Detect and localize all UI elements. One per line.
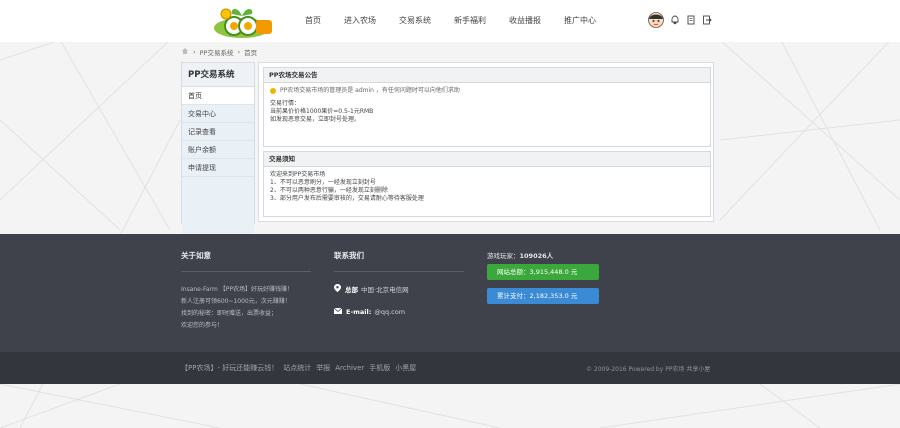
breadcrumb-separator: › xyxy=(237,48,241,56)
about-line: 找到的秘密：即时赠送，出票收益； xyxy=(181,310,278,317)
breadcrumb: › PP交易系统 › 首页 xyxy=(181,47,261,57)
guide-line: 2、不可以两种恶意行骗，一经发现立刻删除 xyxy=(270,187,388,194)
breadcrumb-separator: › xyxy=(193,48,196,56)
footer-link-stats[interactable]: 站点统计 xyxy=(283,363,311,373)
copyright: © 2009-2016 Powered by PP农场 共享小屋 xyxy=(586,366,711,373)
address-text: 中国·北京电信网 xyxy=(361,286,409,294)
announcement-title: PP农场交易公告 xyxy=(264,68,710,83)
main-nav: 首页 进入农场 交易系统 新手福利 收益播报 推广中心 xyxy=(305,15,619,26)
breadcrumb-current: 首页 xyxy=(244,49,258,57)
contact-address: 总部 中国·北京电信网 xyxy=(334,284,464,294)
footer-link-report[interactable]: 举报 xyxy=(316,363,330,373)
notice-row: PP农场交易市场的管理员是 admin ，有任何问题时可以向他们求助 xyxy=(270,87,704,95)
nav-earnings-report[interactable]: 收益播报 xyxy=(509,15,541,26)
nav-enter-farm[interactable]: 进入农场 xyxy=(344,15,376,26)
email-label: E-mail: xyxy=(346,308,372,316)
address-label: 总部 xyxy=(345,286,358,294)
divider xyxy=(334,271,464,272)
footer-about: 关于如意 Insane-Farm 【PP农场】好玩好赚钱赚！ 新人注册可领600… xyxy=(181,250,311,332)
about-line: 欢迎您的参与！ xyxy=(181,322,224,329)
footer-info: 关于如意 Insane-Farm 【PP农场】好玩好赚钱赚！ 新人注册可领600… xyxy=(0,234,900,352)
footer-link-blackroom[interactable]: 小黑屋 xyxy=(395,363,416,373)
home-icon[interactable] xyxy=(181,47,189,57)
sidebar-item-records[interactable]: 记录查看 xyxy=(182,123,254,141)
guide-panel: 交易须知 欢迎来到PP交易市场 1、不可以恶意刷分，一经发现立刻封号 2、不可以… xyxy=(263,151,711,217)
footer-bottom: 【PP农场】- 好玩还能赚云钱！ 站点统计 举报 Archiver 手机版 小黑… xyxy=(0,352,900,384)
divider xyxy=(181,271,311,272)
about-line: Insane-Farm 【PP农场】好玩好赚钱赚！ xyxy=(181,286,293,293)
guide-line: 3、部分用户发布后需要审核的，交易请耐心等待客服处理 xyxy=(270,195,424,202)
footer-link-mobile[interactable]: 手机版 xyxy=(369,363,390,373)
announcement-panel: PP农场交易公告 PP农场交易市场的管理员是 admin ，有任何问题时可以向他… xyxy=(263,67,711,147)
mail-icon xyxy=(333,307,343,316)
email-text[interactable]: @qq.com xyxy=(374,308,405,316)
sidebar-title: PP交易系统 xyxy=(182,63,254,87)
about-title: 关于如意 xyxy=(181,251,211,260)
nav-home[interactable]: 首页 xyxy=(305,15,321,26)
sidebar-item-balance[interactable]: 账户余额 xyxy=(182,141,254,159)
guide-line: 1、不可以恶意刷分，一经发现立刻封号 xyxy=(270,179,376,186)
top-header: 首页 进入农场 交易系统 新手福利 收益播报 推广中心 xyxy=(0,0,900,42)
nav-trade-system[interactable]: 交易系统 xyxy=(399,15,431,26)
announcement-line: 交易行情： xyxy=(270,100,301,107)
nav-promotion-center[interactable]: 推广中心 xyxy=(564,15,596,26)
site-logo[interactable] xyxy=(212,2,274,40)
main-content: PP农场交易公告 PP农场交易市场的管理员是 admin ，有任何问题时可以向他… xyxy=(258,62,714,222)
guide-line: 欢迎来到PP交易市场 xyxy=(270,171,326,178)
sidebar-item-home[interactable]: 首页 xyxy=(182,87,254,105)
nav-newbie-bonus[interactable]: 新手福利 xyxy=(454,15,486,26)
about-line: 新人注册可领600~1000元，次元赚赚！ xyxy=(181,298,291,305)
footer-link-archiver[interactable]: Archiver xyxy=(335,364,364,372)
contact-title: 联系我们 xyxy=(334,251,364,260)
breadcrumb-trade-system[interactable]: PP交易系统 xyxy=(200,47,234,57)
footer-link-site[interactable]: 【PP农场】- 好玩还能赚云钱！ xyxy=(181,363,278,373)
sidebar-item-trade-center[interactable]: 交易中心 xyxy=(182,105,254,123)
announcement-line: 当前果价价格1000果价=0.5-1元RMB xyxy=(270,108,374,115)
sidebar: PP交易系统 首页 交易中心 记录查看 账户余额 申请提现 xyxy=(181,62,255,261)
guide-title: 交易须知 xyxy=(264,152,710,167)
bulb-icon xyxy=(270,88,276,94)
announcement-body: PP农场交易市场的管理员是 admin ，有任何问题时可以向他们求助 交易行情：… xyxy=(264,83,710,128)
location-pin-icon xyxy=(334,284,341,294)
guide-body: 欢迎来到PP交易市场 1、不可以恶意刷分，一经发现立刻封号 2、不可以两种恶意行… xyxy=(264,167,710,207)
total-recharge-button[interactable]: 网站总额：3,915,448.0 元 xyxy=(487,264,599,280)
sidebar-item-withdraw[interactable]: 申请提现 xyxy=(182,159,254,177)
document-icon[interactable] xyxy=(686,15,696,27)
footer-links: 【PP农场】- 好玩还能赚云钱！ 站点统计 举报 Archiver 手机版 小黑… xyxy=(181,363,421,373)
avatar-icon[interactable] xyxy=(648,12,664,30)
notice-text: PP农场交易市场的管理员是 admin ，有任何问题时可以向他们求助 xyxy=(280,87,460,94)
total-paid-button[interactable]: 累计支付：2,182,353.0 元 xyxy=(487,288,599,304)
bell-icon[interactable] xyxy=(670,15,680,27)
players-value: 109026人 xyxy=(519,252,554,260)
logout-icon[interactable] xyxy=(702,15,712,27)
players-count: 游戏玩家：109026人 xyxy=(487,250,599,260)
announcement-line: 如发现恶意交易，立即封号处理。 xyxy=(270,116,361,123)
footer-stats: 游戏玩家：109026人 网站总额：3,915,448.0 元 累计支付：2,1… xyxy=(487,250,599,312)
header-user-tools xyxy=(648,12,718,30)
footer-contact: 联系我们 总部 中国·北京电信网 E-mail: @qq.com xyxy=(333,250,464,330)
contact-email: E-mail: @qq.com xyxy=(333,307,464,316)
players-label: 游戏玩家： xyxy=(487,252,520,260)
